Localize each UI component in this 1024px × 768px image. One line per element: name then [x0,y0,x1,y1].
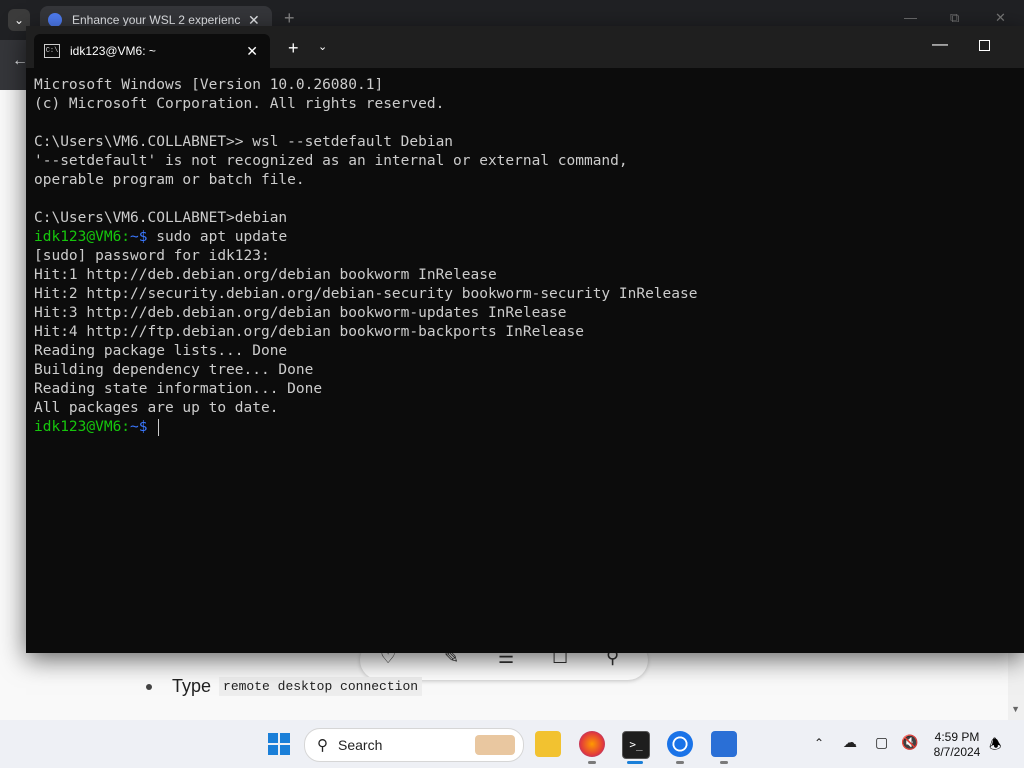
search-icon: ⚲ [317,737,328,754]
minimize-icon[interactable]: — [932,36,948,54]
maximize-icon[interactable] [979,40,990,51]
browser-close-icon[interactable]: ✕ [995,10,1006,26]
terminal-line: '--setdefault' is not recognized as an i… [34,153,628,169]
shell-prompt-path: ~$ [130,419,148,435]
file-explorer-icon[interactable] [535,731,561,757]
bullet-dot [146,683,152,690]
terminal-line: operable program or batch file. [34,172,305,188]
clock-time: 4:59 PM [934,730,980,744]
tab-favicon-icon [48,13,62,27]
terminal-line: C:\Users\VM6.COLLABNET>> wsl --setdefaul… [34,134,454,150]
terminal-window[interactable]: C:\ idk123@VM6: ~ ✕ + ⌄ — Microsoft Wind… [26,26,1024,653]
display-icon[interactable]: ▢ [875,734,888,751]
terminal-tab[interactable]: C:\ idk123@VM6: ~ ✕ [34,34,270,68]
terminal-line: (c) Microsoft Corporation. All rights re… [34,96,445,112]
shell-prompt-path: ~$ [130,229,148,245]
search-label: Search [338,737,383,753]
terminal-line: C:\Users\VM6.COLLABNET>debian [34,210,288,226]
terminal-title-bar[interactable]: C:\ idk123@VM6: ~ ✕ + ⌄ — [26,26,1024,68]
browser-tab-title: Enhance your WSL 2 experienc [72,13,240,27]
taskbar-clock[interactable]: 4:59 PM 8/7/2024 [926,730,988,760]
command-prompt-icon: C:\ [44,44,60,58]
terminal-line: Hit:1 http://deb.debian.org/debian bookw… [34,267,497,283]
browser-restore-icon[interactable]: ⧉ [950,10,959,26]
terminal-tab-title: idk123@VM6: ~ [70,44,156,58]
show-hidden-icons-chevron-icon[interactable]: ⌃ [814,736,824,750]
terminal-app-icon[interactable]: >_ [622,731,650,759]
terminal-line: idk123@VM6:~$ [34,418,1014,437]
terminal-line: Microsoft Windows [Version 10.0.26080.1] [34,77,384,93]
command-text: sudo apt update [147,229,288,245]
remote-desktop-running-indicator [720,761,728,764]
notification-bell-icon[interactable]: 🕭 [989,734,1002,758]
terminal-line: [sudo] password for idk123: [34,248,270,264]
terminal-active-indicator [627,761,643,764]
chevron-down-icon[interactable]: ⌄ [318,40,327,53]
browser-minimize-icon[interactable]: — [904,10,917,25]
terminal-line: Hit:3 http://deb.debian.org/debian bookw… [34,305,567,321]
close-tab-icon[interactable]: ✕ [246,43,258,60]
firefox-icon[interactable] [579,731,605,757]
scroll-down-arrow-icon[interactable]: ▼ [1011,704,1020,714]
terminal-output[interactable]: Microsoft Windows [Version 10.0.26080.1]… [34,76,1014,646]
firefox-running-indicator [588,761,596,764]
bullet-text: Type [172,676,212,696]
terminal-line: Reading state information... Done [34,381,323,397]
terminal-line: Hit:2 http://security.debian.org/debian-… [34,286,698,302]
network-offline-icon[interactable]: ☁ [843,734,857,751]
terminal-line: Hit:4 http://ftp.debian.org/debian bookw… [34,324,584,340]
start-windows-icon[interactable] [268,733,290,755]
browser-running-indicator [676,761,684,764]
taskbar-search-box[interactable]: ⚲ Search [304,728,524,762]
terminal-line: Reading package lists... Done [34,343,288,359]
volume-muted-icon[interactable]: 🔇 [901,734,918,751]
bullet-code: remote desktop connection [219,677,423,696]
text-cursor [158,418,160,436]
terminal-line: Building dependency tree... Done [34,362,314,378]
search-highlight-image [475,735,515,755]
command-text [148,419,157,435]
shell-prompt: idk123@VM6: [34,229,131,245]
remote-desktop-icon[interactable] [711,731,737,757]
terminal-line: idk123@VM6:~$ sudo apt update [34,228,1014,247]
terminal-line: All packages are up to date. [34,400,279,416]
article-bullet-item: Type remote desktop connection [146,676,423,697]
shell-prompt: idk123@VM6: [34,419,131,435]
clock-date: 8/7/2024 [933,745,981,759]
new-tab-icon[interactable]: + [288,38,299,59]
browser-app-icon[interactable] [667,731,693,757]
